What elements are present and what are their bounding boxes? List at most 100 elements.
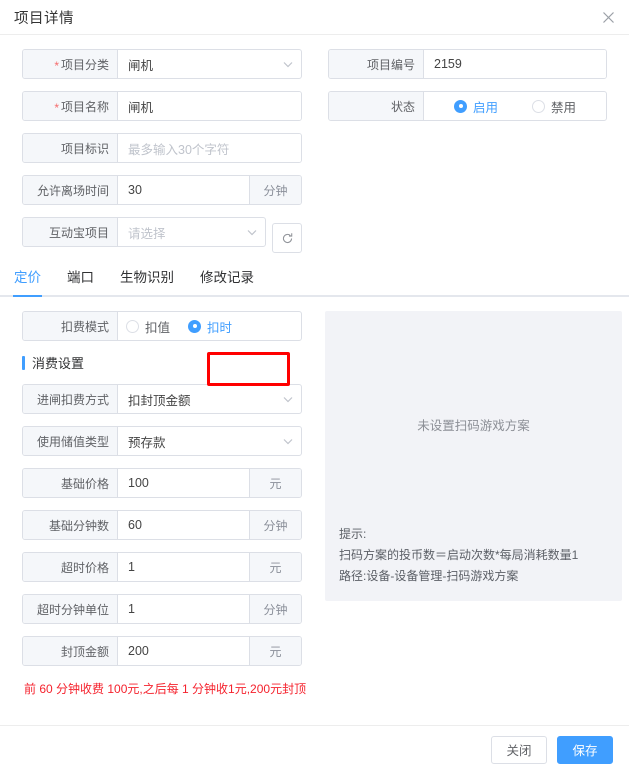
page-title: 项目详情 [14, 10, 74, 27]
field-stored-value-type[interactable]: 使用储值类型 预存款 [22, 426, 302, 456]
consumption-settings-heading: 消费设置 [22, 353, 320, 372]
field-label: 基础分钟数 [23, 511, 118, 539]
label-text: 允许离场时间 [36, 183, 109, 198]
unit-suffix: 分钟 [249, 176, 301, 204]
section-title-text: 消费设置 [32, 356, 85, 371]
label-text: 扣费模式 [60, 319, 109, 334]
field-label: 扣费模式 [23, 312, 118, 340]
overtime-price-input[interactable]: 1 [118, 553, 249, 581]
radio-status-disabled[interactable]: 禁用 [532, 97, 576, 116]
tab-change-log[interactable]: 修改记录 [200, 266, 254, 295]
cap-amount-input[interactable]: 200 [118, 637, 249, 665]
hint-line-1: 扫码方案的投币数＝启动次数*每局消耗数量1 [339, 548, 579, 562]
field-label: 封顶金额 [23, 637, 118, 665]
project-detail-dialog: 项目详情 * 项目分类 闸机 * 项目名称 闸机 项目标识 最多输入30个字符 … [0, 0, 629, 773]
radio-charge-mode-deduct-time[interactable]: 扣时 [188, 317, 232, 336]
unit-suffix: 分钟 [249, 511, 301, 539]
radio-label: 扣值 [145, 320, 171, 335]
chevron-down-icon[interactable] [239, 218, 265, 246]
radio-label: 扣时 [207, 320, 233, 335]
dialog-body: * 项目分类 闸机 * 项目名称 闸机 项目标识 最多输入30个字符 允许离场时… [0, 35, 629, 725]
field-base-minutes[interactable]: 基础分钟数 60 分钟 [22, 510, 302, 540]
field-hudongbao-project-row: 互动宝项目 请选择 [22, 217, 320, 259]
chevron-down-icon[interactable] [275, 50, 301, 78]
dialog-header: 项目详情 [0, 0, 629, 35]
field-label: * 项目分类 [23, 50, 118, 78]
basic-info-form: * 项目分类 闸机 * 项目名称 闸机 项目标识 最多输入30个字符 允许离场时… [0, 35, 629, 259]
chevron-down-icon[interactable] [275, 385, 301, 413]
select-value[interactable]: 闸机 [118, 50, 275, 78]
project-identifier-input[interactable]: 最多输入30个字符 [118, 134, 301, 162]
scan-game-plan-panel: 未设置扫码游戏方案 提示: 扫码方案的投币数＝启动次数*每局消耗数量1 路径:设… [325, 311, 622, 601]
empty-state-text: 未设置扫码游戏方案 [417, 419, 530, 433]
field-label: 项目标识 [23, 134, 118, 162]
label-text: 进闸扣费方式 [36, 392, 109, 407]
field-allowed-leave-time[interactable]: 允许离场时间 30 分钟 [22, 175, 302, 205]
label-text: 项目名称 [60, 99, 109, 114]
field-base-price[interactable]: 基础价格 100 元 [22, 468, 302, 498]
field-project-number[interactable]: 项目编号 2159 [328, 49, 607, 79]
field-project-category[interactable]: * 项目分类 闸机 [22, 49, 302, 79]
tab-pricing[interactable]: 定价 [13, 266, 42, 297]
field-overtime-minute-unit[interactable]: 超时分钟单位 1 分钟 [22, 594, 302, 624]
label-text: 项目编号 [366, 57, 415, 72]
radio-dot-icon [126, 319, 139, 333]
allowed-leave-time-input[interactable]: 30 [118, 176, 249, 204]
unit-suffix: 元 [249, 469, 301, 497]
label-text: 互动宝项目 [48, 225, 109, 240]
unit-suffix: 分钟 [249, 595, 301, 623]
field-label: 允许离场时间 [23, 176, 118, 204]
basic-info-right-column: 项目编号 2159 状态 启用 禁用 [320, 49, 620, 259]
required-marker: * [54, 59, 59, 73]
field-project-identifier[interactable]: 项目标识 最多输入30个字符 [22, 133, 302, 163]
base-minutes-input[interactable]: 60 [118, 511, 249, 539]
label-text: 封顶金额 [60, 644, 109, 659]
radio-label: 禁用 [551, 100, 577, 115]
radio-charge-mode-deduct-value[interactable]: 扣值 [126, 317, 170, 336]
dialog-footer: 关闭 保存 [0, 725, 629, 773]
basic-info-left-column: * 项目分类 闸机 * 项目名称 闸机 项目标识 最多输入30个字符 允许离场时… [0, 49, 320, 259]
section-accent-bar [22, 355, 25, 370]
select-value[interactable]: 扣封顶金额 [118, 385, 275, 413]
field-label: 状态 [329, 92, 424, 120]
field-hudongbao-project[interactable]: 互动宝项目 请选择 [22, 217, 266, 247]
field-cap-amount[interactable]: 封顶金额 200 元 [22, 636, 302, 666]
save-button[interactable]: 保存 [557, 735, 613, 764]
pricing-summary-text: 前 60 分钟收费 100元,之后每 1 分钟收1元,200元封顶 [24, 682, 307, 696]
label-text: 基础分钟数 [48, 518, 109, 533]
field-project-name[interactable]: * 项目名称 闸机 [22, 91, 302, 121]
label-text: 项目标识 [60, 141, 109, 156]
project-number-input[interactable]: 2159 [424, 50, 606, 78]
refresh-icon[interactable] [272, 223, 302, 253]
project-name-input[interactable]: 闸机 [118, 92, 301, 120]
overtime-minute-unit-input[interactable]: 1 [118, 595, 249, 623]
status-radio-group: 启用 禁用 [424, 92, 606, 120]
tab-biometrics[interactable]: 生物识别 [120, 266, 174, 295]
tab-port[interactable]: 端口 [67, 266, 94, 295]
field-entry-charge-method[interactable]: 进闸扣费方式 扣封顶金额 [22, 384, 302, 414]
field-charge-mode: 扣费模式 扣值 扣时 [22, 311, 302, 341]
select-value[interactable]: 预存款 [118, 427, 275, 455]
close-icon[interactable] [599, 8, 617, 26]
select-value[interactable]: 请选择 [118, 218, 239, 246]
field-label: 进闸扣费方式 [23, 385, 118, 413]
field-overtime-price[interactable]: 超时价格 1 元 [22, 552, 302, 582]
charge-mode-radio-group: 扣值 扣时 [118, 312, 301, 340]
chevron-down-icon[interactable] [275, 427, 301, 455]
label-text: 使用储值类型 [36, 434, 109, 449]
pricing-right-pane: 未设置扫码游戏方案 提示: 扫码方案的投币数＝启动次数*每局消耗数量1 路径:设… [320, 311, 622, 697]
radio-dot-icon [188, 319, 202, 333]
base-price-input[interactable]: 100 [118, 469, 249, 497]
label-text: 超时价格 [60, 560, 109, 575]
label-text: 状态 [390, 99, 415, 114]
label-text: 项目分类 [60, 57, 109, 72]
close-button[interactable]: 关闭 [491, 735, 547, 764]
tab-bar: 定价 端口 生物识别 修改记录 [0, 261, 629, 297]
radio-status-enabled[interactable]: 启用 [454, 97, 498, 116]
radio-dot-icon [532, 99, 546, 113]
unit-suffix: 元 [249, 637, 301, 665]
hint-block: 提示: 扫码方案的投币数＝启动次数*每局消耗数量1 路径:设备-设备管理-扫码游… [339, 524, 608, 587]
field-label: 项目编号 [329, 50, 424, 78]
required-marker: * [54, 101, 59, 115]
field-label: 超时分钟单位 [23, 595, 118, 623]
